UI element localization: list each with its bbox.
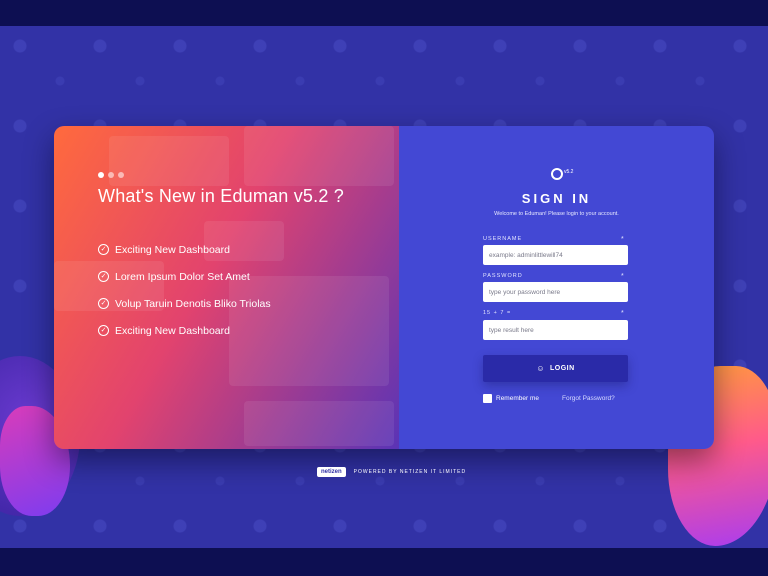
signin-subtitle: Welcome to Eduman! Please login to your …: [494, 211, 619, 217]
feature-label: Lorem Ipsum Dolor Set Amet: [115, 270, 250, 283]
forgot-password-link[interactable]: Forgot Password?: [562, 395, 615, 402]
required-mark: *: [621, 273, 624, 280]
logo-version: v5.2: [564, 169, 574, 175]
captcha-field[interactable]: [483, 320, 628, 340]
carousel-dot[interactable]: [108, 172, 114, 178]
carousel-dot[interactable]: [98, 172, 104, 178]
ghost-widget-partner: [244, 401, 394, 446]
user-icon: ☺: [536, 364, 545, 373]
remember-me[interactable]: Remember me: [483, 394, 539, 403]
feature-item: ✓ Exciting New Dashboard: [98, 236, 271, 263]
powered-by-text: POWERED BY NETIZEN IT LIMITED: [353, 469, 467, 475]
background-stage: What's New in Eduman v5.2 ? ✓ Exciting N…: [0, 26, 768, 548]
carousel-dot[interactable]: [118, 172, 124, 178]
promo-panel: What's New in Eduman v5.2 ? ✓ Exciting N…: [54, 126, 399, 449]
required-mark: *: [621, 236, 624, 243]
signin-panel: v5.2 SIGN IN Welcome to Eduman! Please l…: [399, 126, 714, 449]
check-circle-icon: ✓: [98, 244, 109, 255]
ghost-widget-notice: [244, 126, 394, 186]
remember-me-label: Remember me: [496, 395, 539, 402]
carousel-dots: [98, 172, 124, 178]
netizen-logo: netizen: [317, 467, 346, 477]
footer: netizen POWERED BY NETIZEN IT LIMITED: [317, 467, 466, 477]
eduman-logo-icon: [551, 168, 563, 180]
username-field[interactable]: [483, 245, 628, 265]
feature-item: ✓ Exciting New Dashboard: [98, 317, 271, 344]
check-circle-icon: ✓: [98, 325, 109, 336]
captcha-label: 15 + 7 =: [483, 310, 512, 316]
ghost-widget-holidays: [109, 136, 229, 186]
check-circle-icon: ✓: [98, 298, 109, 309]
username-label: USERNAME: [483, 236, 523, 242]
feature-item: ✓ Lorem Ipsum Dolor Set Amet: [98, 263, 271, 290]
signin-title: SIGN IN: [521, 191, 592, 206]
password-label: PASSWORD: [483, 273, 523, 279]
feature-label: Exciting New Dashboard: [115, 243, 230, 256]
feature-list: ✓ Exciting New Dashboard ✓ Lorem Ipsum D…: [98, 236, 271, 344]
login-card: What's New in Eduman v5.2 ? ✓ Exciting N…: [54, 126, 714, 449]
feature-item: ✓ Volup Taruin Denotis Bliko Triolas: [98, 290, 271, 317]
login-button[interactable]: ☺ LOGIN: [483, 355, 628, 382]
login-label: LOGIN: [550, 365, 575, 372]
remember-me-checkbox[interactable]: [483, 394, 492, 403]
feature-label: Volup Taruin Denotis Bliko Triolas: [115, 297, 271, 310]
password-field[interactable]: [483, 282, 628, 302]
check-circle-icon: ✓: [98, 271, 109, 282]
promo-headline: What's New in Eduman v5.2 ?: [98, 186, 344, 206]
required-mark: *: [621, 310, 624, 317]
feature-label: Exciting New Dashboard: [115, 324, 230, 337]
